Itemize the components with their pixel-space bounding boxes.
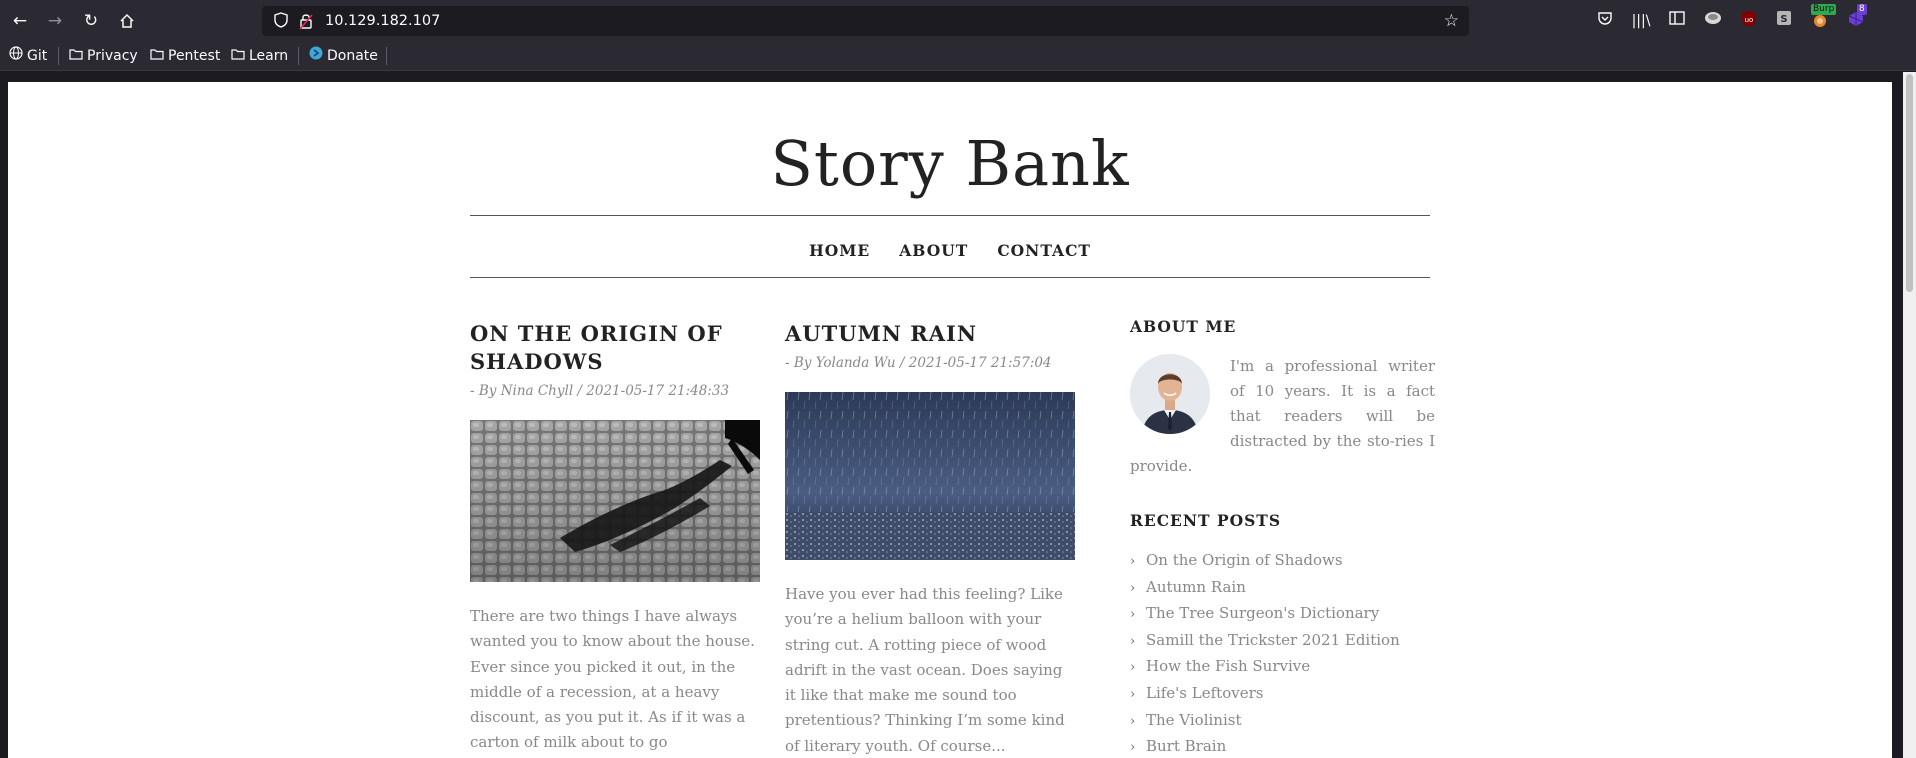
bookmark-label: Learn [249, 48, 289, 64]
chevron-right-icon: › [1130, 633, 1136, 649]
recent-posts-list: › On the Origin of Shadows › Autumn Rain ›… [1130, 548, 1435, 758]
chevron-right-icon: › [1130, 740, 1136, 756]
post-excerpt: Have you ever had this feeling? Like you… [785, 585, 1065, 755]
recent-post-link[interactable]: The Violinist [1146, 711, 1242, 729]
home-icon[interactable] [115, 9, 139, 33]
recent-post-link[interactable]: The Tree Surgeon's Dictionary [1146, 604, 1379, 622]
bookmark-learn[interactable]: Learn [230, 42, 288, 70]
sidebar-icon[interactable] [1666, 10, 1688, 32]
chevron-right-icon: › [1130, 607, 1136, 623]
post-image-rain[interactable] [785, 392, 1075, 560]
recent-posts-heading: RECENT POSTS [1130, 511, 1282, 530]
count-badge: 8 [1857, 4, 1867, 15]
recent-post-item[interactable]: › On the Origin of Shadows [1130, 548, 1435, 575]
bookmark-donate[interactable]: Donate [308, 42, 378, 70]
recent-post-link[interactable]: Samill the Trickster 2021 Edition [1146, 631, 1400, 649]
post-meta: - By Nina Chyll / 2021-05-17 21:48:33 [470, 383, 730, 399]
chevron-right-icon: › [1130, 686, 1136, 702]
post-card: ON THE ORIGIN OF SHADOWS - By Nina Chyll… [470, 320, 760, 756]
folder-icon [68, 43, 83, 71]
foxyproxy-icon[interactable]: Burp [1809, 4, 1837, 32]
recent-post-item[interactable]: › Autumn Rain [1130, 575, 1435, 602]
url-bar[interactable]: 10.129.182.107 ☆ [262, 6, 1469, 36]
bookmarks-toolbar: Git Privacy Pentest Learn Donate [0, 42, 1916, 71]
page-viewport: Story Bank HOME ABOUT CONTACT ON THE ORI… [8, 82, 1892, 758]
chevron-right-icon: › [1130, 713, 1136, 729]
bookmark-label: Privacy [87, 48, 138, 64]
post-excerpt: There are two things I have always wante… [470, 607, 755, 752]
forward-arrow-icon[interactable]: → [43, 9, 67, 33]
recent-post-item[interactable]: › The Violinist [1130, 708, 1435, 735]
nav-home[interactable]: HOME [809, 237, 870, 265]
chevron-right-icon: › [1130, 554, 1136, 569]
bookmark-pentest[interactable]: Pentest [149, 42, 220, 70]
bookmark-separator [58, 47, 59, 65]
post-title[interactable]: AUTUMN RAIN [785, 320, 1075, 348]
post-title[interactable]: ON THE ORIGIN OF SHADOWS [470, 320, 760, 376]
about-me-body: I'm a professional writer of 10 years. I… [1130, 354, 1435, 479]
author-avatar [1130, 354, 1210, 434]
svg-text:S: S [1780, 14, 1787, 25]
recent-post-item[interactable]: › Samill the Trickster 2021 Edition [1130, 628, 1435, 655]
chevron-right-icon: › [1130, 660, 1136, 676]
folder-icon [149, 43, 164, 71]
pocket-icon[interactable] [1594, 10, 1616, 32]
reload-icon[interactable]: ↻ [79, 9, 103, 33]
donate-icon [308, 43, 323, 71]
extension-s-icon[interactable]: S [1773, 10, 1795, 32]
chevron-right-icon: › [1130, 580, 1136, 596]
recent-post-link[interactable]: How the Fish Survive [1146, 657, 1310, 675]
recent-post-link[interactable]: Autumn Rain [1146, 578, 1246, 596]
browser-toolbar: ← → ↻ 10.129.182.107 ☆ |||\ uo S Burp 8 [0, 0, 1916, 42]
bookmark-label: Donate [327, 48, 378, 64]
nav-contact[interactable]: CONTACT [997, 237, 1091, 265]
extension-cookie-icon[interactable] [1702, 10, 1724, 32]
bookmark-privacy[interactable]: Privacy [68, 42, 138, 70]
recent-post-link[interactable]: Life's Leftovers [1146, 684, 1263, 702]
nav-about[interactable]: ABOUT [899, 237, 968, 265]
recent-post-item[interactable]: › How the Fish Survive [1130, 654, 1435, 681]
back-arrow-icon[interactable]: ← [8, 9, 32, 33]
scrollbar-thumb[interactable] [1906, 74, 1913, 292]
bookmark-label: Pentest [168, 48, 221, 64]
svg-text:uo: uo [1745, 16, 1754, 24]
ublock-origin-icon[interactable]: uo [1738, 10, 1760, 32]
burp-badge: Burp [1811, 4, 1837, 15]
bookmark-separator [298, 47, 299, 65]
post-meta: - By Yolanda Wu / 2021-05-17 21:57:04 [785, 355, 1052, 371]
site-title[interactable]: Story Bank [470, 127, 1430, 200]
post-card: AUTUMN RAIN - By Yolanda Wu / 2021-05-17… [785, 320, 1075, 758]
recent-post-item[interactable]: › Life's Leftovers [1130, 681, 1435, 708]
recent-post-link[interactable]: Burt Brain [1146, 737, 1226, 755]
bookmark-separator [386, 47, 387, 65]
main-nav: HOME ABOUT CONTACT [470, 237, 1430, 265]
bookmark-star-icon[interactable]: ☆ [1444, 10, 1459, 32]
page-scrollbar[interactable] [1903, 72, 1916, 758]
about-me-heading: ABOUT ME [1130, 317, 1237, 336]
tracking-shield-icon[interactable] [272, 12, 290, 30]
recent-post-item[interactable]: › Burt Brain [1130, 734, 1435, 758]
recent-post-link[interactable]: On the Origin of Shadows [1146, 551, 1343, 569]
globe-icon [8, 43, 23, 71]
header-divider [470, 215, 1430, 216]
post-image-shadows[interactable] [470, 420, 760, 582]
insecure-lock-icon[interactable] [299, 12, 315, 30]
recent-post-item[interactable]: › The Tree Surgeon's Dictionary [1130, 601, 1435, 628]
url-text[interactable]: 10.129.182.107 [325, 6, 440, 36]
nav-divider [470, 277, 1430, 278]
library-icon[interactable]: |||\ [1630, 10, 1652, 32]
sidebar: ABOUT ME I'm a professional writer of 10… [1130, 317, 1435, 758]
folder-icon [230, 43, 245, 71]
extension-cube-icon[interactable]: 8 [1845, 4, 1867, 32]
bookmark-label: Git [27, 48, 48, 64]
bookmark-git[interactable]: Git [8, 42, 47, 70]
